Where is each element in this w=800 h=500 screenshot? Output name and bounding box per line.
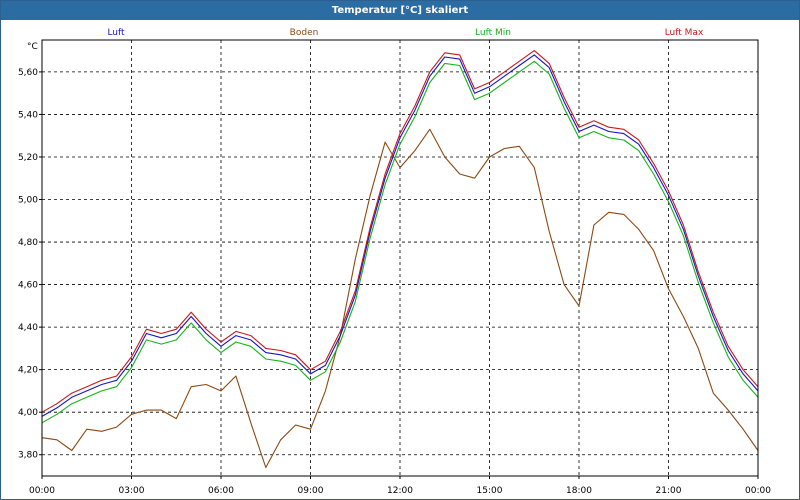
x-tick-time: 09:00: [298, 486, 324, 496]
temperature-chart: Luft Boden Luft Min Luft Max °C 3,80 4,00 4,2…: [18, 28, 771, 496]
y-tick-label: 5,00: [18, 196, 38, 206]
x-tick-time: 00:00: [745, 486, 771, 496]
x-tick-time: 12:00: [387, 486, 413, 496]
y-axis-unit: °C: [27, 42, 38, 52]
y-tick-label: 5,20: [18, 153, 38, 163]
y-tick-label: 5,40: [18, 110, 38, 120]
series-line-luft-max: [41, 50, 759, 413]
y-tick-label: 4,80: [18, 238, 38, 248]
legend-entry-luft: Luft: [107, 28, 125, 38]
series-line-luft: [41, 54, 759, 417]
x-tick-time: 03:00: [119, 486, 145, 496]
y-tick-label: 4,20: [18, 366, 38, 376]
y-tick-label: 4,60: [18, 281, 38, 291]
legend-entry-luft-max: Luft Max: [665, 28, 704, 38]
legend: Luft Boden Luft Min Luft Max: [107, 28, 704, 38]
y-tick-label: 4,00: [18, 408, 38, 418]
x-axis-ticks: 00:0026.11.1803:0026.11.1806:0026.11.180…: [29, 476, 771, 496]
x-tick-time: 06:00: [208, 486, 234, 496]
y-tick-label: 3,80: [18, 451, 38, 461]
legend-entry-luft-min: Luft Min: [475, 28, 511, 38]
legend-entry-boden: Boden: [290, 28, 319, 38]
x-tick-time: 15:00: [477, 486, 503, 496]
y-tick-label: 4,40: [18, 323, 38, 333]
y-tick-label: 5,60: [18, 68, 38, 78]
x-tick-time: 00:00: [29, 486, 55, 496]
x-tick-time: 21:00: [656, 486, 682, 496]
y-axis-ticks: 3,80 4,00 4,20 4,40 4,60 4,80 5,00 5,20 5,40 5,60: [18, 68, 42, 461]
chart-title: Temperatur [°C] skaliert: [1, 1, 799, 20]
x-tick-time: 18:00: [566, 486, 592, 496]
chart-window: Temperatur [°C] skaliert Luft Boden Luft M…: [0, 0, 800, 500]
